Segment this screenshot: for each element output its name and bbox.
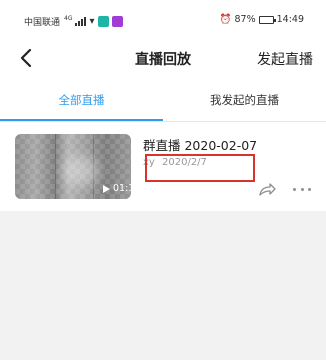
- battery-icon: [258, 15, 276, 24]
- status-bar: 中国联通 4G ▾ ⏰ 87% 14:49: [0, 0, 326, 44]
- more-icon[interactable]: [293, 188, 311, 192]
- thumbnail-light: [63, 156, 99, 186]
- battery-percent: 87%: [234, 14, 256, 25]
- replay-title: 群直播 2020-02-07: [143, 138, 258, 153]
- video-duration: 01:11: [113, 183, 131, 194]
- annotation-highlight-box: [145, 154, 255, 182]
- carrier-label: 中国联通: [24, 18, 61, 28]
- network-type-label: 4G: [64, 15, 73, 22]
- app-notification-icon: [97, 16, 109, 27]
- tab-bar: 全部直播 我发起的直播: [0, 76, 326, 122]
- start-live-button[interactable]: 发起直播: [257, 49, 313, 69]
- nav-bar: 直播回放 发起直播: [0, 40, 326, 76]
- clock: 14:49: [276, 14, 304, 25]
- empty-content-area: [0, 211, 326, 360]
- video-thumbnail[interactable]: 01:11: [15, 134, 131, 199]
- alarm-icon: ⏰: [219, 14, 232, 25]
- status-left: 中国联通 4G ▾: [24, 15, 123, 28]
- tab-all-live[interactable]: 全部直播: [0, 76, 163, 122]
- app-notification-icon-2: [111, 16, 123, 27]
- wifi-icon: ▾: [89, 16, 95, 27]
- thumbnail-seam: [55, 134, 56, 199]
- play-icon: [103, 185, 110, 193]
- signal-icon: [75, 17, 87, 26]
- status-right: ⏰ 87% 14:49: [220, 14, 304, 25]
- tab-my-live[interactable]: 我发起的直播: [163, 76, 326, 122]
- share-icon[interactable]: [258, 181, 276, 197]
